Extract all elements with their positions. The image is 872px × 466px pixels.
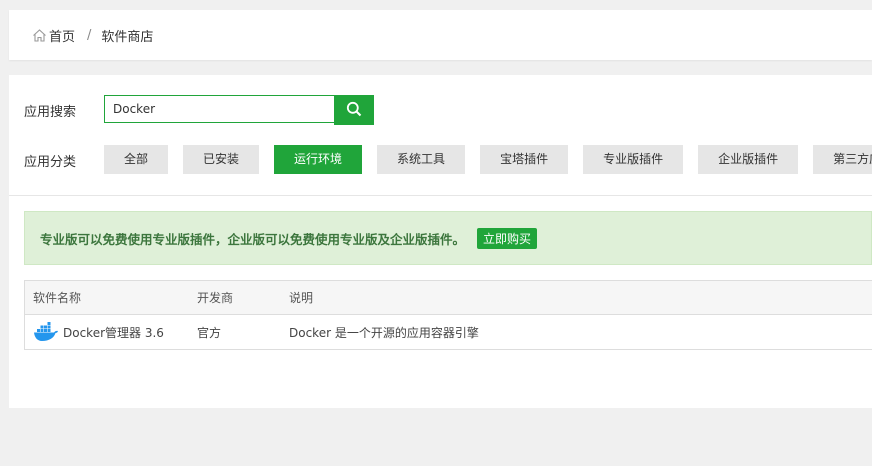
divider (9, 195, 872, 196)
buy-now-button[interactable]: 立即购买 (477, 227, 538, 249)
promo-notice: 专业版可以免费使用专业版插件，企业版可以免费使用专业版及企业版插件。 立即购买 (24, 211, 872, 265)
software-name: Docker管理器 3.6 (63, 325, 164, 340)
column-header-developer: 开发商 (197, 291, 234, 305)
notice-text: 专业版可以免费使用专业版插件，企业版可以免费使用专业版及企业版插件。 (40, 231, 466, 247)
software-table: 软件名称 开发商 说明 Docker管理器 3.6 官方 Docker 是一个开… (24, 280, 872, 350)
search-icon (346, 101, 362, 120)
breadcrumb-home[interactable]: 首页 (49, 26, 75, 45)
column-header-description: 说明 (289, 291, 314, 305)
tab-runtime[interactable]: 运行环境 (274, 145, 363, 174)
tab-third-party[interactable]: 第三方应 (813, 145, 872, 174)
breadcrumb-bar: 首页 / 软件商店 (9, 10, 872, 60)
description-cell: Docker 是一个开源的应用容器引擎 (289, 325, 479, 340)
tab-system-tools[interactable]: 系统工具 (377, 145, 466, 174)
breadcrumb: 首页 / 软件商店 (32, 10, 153, 60)
breadcrumb-current: 软件商店 (101, 29, 154, 45)
table-row[interactable]: Docker管理器 3.6 官方 Docker 是一个开源的应用容器引擎 (25, 315, 872, 349)
docker-icon (33, 322, 59, 342)
search-label: 应用搜索 (24, 105, 77, 120)
tab-all[interactable]: 全部 (104, 145, 169, 174)
tab-installed[interactable]: 已安装 (183, 145, 260, 174)
developer-cell: 官方 (197, 325, 222, 340)
category-tabs: 全部 已安装 运行环境 系统工具 宝塔插件 专业版插件 企业版插件 第三方应 (104, 145, 872, 174)
breadcrumb-separator: / (87, 27, 92, 43)
tab-pro-plugins[interactable]: 专业版插件 (583, 145, 684, 174)
category-label: 应用分类 (24, 155, 77, 170)
home-icon[interactable] (32, 28, 47, 43)
table-header: 软件名称 开发商 说明 (25, 281, 872, 315)
search-input[interactable] (104, 95, 334, 123)
column-header-name: 软件名称 (33, 291, 82, 305)
app-store-panel: 应用搜索 应用分类 全部 已安装 运行环境 系统工具 宝塔插件 专业版插件 企业… (9, 75, 872, 408)
tab-enterprise-plugins[interactable]: 企业版插件 (698, 145, 799, 174)
software-name-cell: Docker管理器 3.6 (33, 315, 164, 349)
tab-bt-plugins[interactable]: 宝塔插件 (480, 145, 569, 174)
search-button[interactable] (334, 95, 374, 125)
